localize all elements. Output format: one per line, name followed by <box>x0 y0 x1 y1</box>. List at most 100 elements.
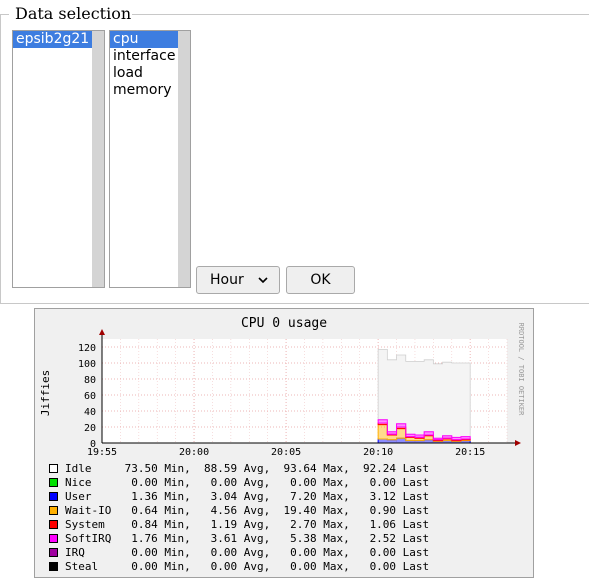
chart-title: CPU 0 usage <box>241 316 327 331</box>
legend-min-label: Min, <box>164 504 191 517</box>
legend-max: 93.64 <box>283 462 317 475</box>
y-tick-label: 60 <box>84 391 96 402</box>
chart-areas <box>377 349 471 444</box>
y-tick-label: 80 <box>84 375 96 386</box>
legend-avg: 3.04 <box>210 490 238 503</box>
legend-swatch <box>49 478 58 487</box>
legend-max-label: Max, <box>323 532 350 545</box>
x-tick-label: 20:15 <box>455 447 485 458</box>
x-tick-label: 20:05 <box>271 447 301 458</box>
legend-last-label: Last <box>402 560 430 573</box>
legend-name: Wait-IO <box>65 504 112 517</box>
legend-avg-label: Avg, <box>243 518 271 531</box>
legend-min: 1.36 <box>131 490 158 503</box>
graph-legend: Idle 73.50 Min, 88.59 Avg, 93.64 Max, 92.24 Last… <box>49 462 429 574</box>
legend-row: SoftIRQ 1.76 Min, 3.61 Avg, 5.38 Max, 2.52 Last <box>49 532 429 546</box>
y-axis-arrow-icon <box>99 329 105 335</box>
legend-avg: 0.00 <box>210 560 238 573</box>
legend-last-label: Last <box>402 546 430 559</box>
legend-swatch <box>49 520 58 529</box>
legend-last: 0.00 <box>369 560 397 573</box>
legend-avg-label: Avg, <box>243 462 271 475</box>
timespan-value: Hour <box>210 272 244 288</box>
legend-avg-label: Avg, <box>243 546 271 559</box>
legend-row: Idle 73.50 Min, 88.59 Avg, 93.64 Max, 92.24 Last <box>49 462 429 476</box>
legend-name: SoftIRQ <box>65 532 112 545</box>
legend-last: 0.90 <box>369 504 397 517</box>
legend-avg-label: Avg, <box>243 504 271 517</box>
legend-swatch <box>49 562 58 571</box>
legend-min: 0.84 <box>131 518 158 531</box>
ok-button[interactable]: OK <box>286 266 355 294</box>
legend-avg: 1.19 <box>210 518 238 531</box>
legend-last-label: Last <box>402 532 430 545</box>
legend-max-label: Max, <box>323 476 350 489</box>
legend-max-label: Max, <box>323 546 350 559</box>
legend-avg: 0.00 <box>210 476 238 489</box>
y-axis-label: Jiffies <box>39 370 52 416</box>
host-scrollbar[interactable] <box>92 31 104 287</box>
watermark: RRDTOOL / TOBI OETIKER <box>517 323 525 417</box>
legend-min-label: Min, <box>164 462 191 475</box>
legend-swatch <box>49 548 58 557</box>
x-tick-label: 20:00 <box>179 447 209 458</box>
legend-max-label: Max, <box>323 518 350 531</box>
legend-last: 2.52 <box>369 532 397 545</box>
legend-last: 3.12 <box>369 490 397 503</box>
legend-avg: 88.59 <box>204 462 238 475</box>
legend-max: 2.70 <box>290 518 317 531</box>
legend-row: System 0.84 Min, 1.19 Avg, 2.70 Max, 1.06 Last <box>49 518 429 532</box>
y-tick-label: 40 <box>84 407 96 418</box>
host-option[interactable]: epsib2g21 <box>13 31 104 48</box>
legend-max-label: Max, <box>323 490 350 503</box>
plugin-listbox[interactable]: cpu interface load memory <box>109 30 191 288</box>
legend-row: Wait-IO 0.64 Min, 4.56 Avg, 19.40 Max, 0.90 Last <box>49 504 429 518</box>
host-listbox[interactable]: epsib2g21 <box>12 30 105 288</box>
legend-min-label: Min, <box>164 546 191 559</box>
legend-avg: 3.61 <box>210 532 238 545</box>
legend-avg-label: Avg, <box>243 476 271 489</box>
fieldset-border <box>132 14 589 15</box>
fieldset-border <box>0 303 589 304</box>
legend-max: 5.38 <box>290 532 317 545</box>
legend-swatch <box>49 506 58 515</box>
legend-name: User <box>65 490 92 503</box>
legend-row: User 1.36 Min, 3.04 Avg, 7.20 Max, 3.12 Last <box>49 490 429 504</box>
x-tick-label: 19:55 <box>87 447 117 458</box>
chevron-down-icon <box>258 277 268 284</box>
legend-max-label: Max, <box>323 462 350 475</box>
y-tick-label: 120 <box>78 343 96 354</box>
legend-last: 92.24 <box>362 462 397 475</box>
legend-max: 0.00 <box>290 560 317 573</box>
legend-last: 0.00 <box>369 546 397 559</box>
legend-last-label: Last <box>402 476 430 489</box>
legend-max: 19.40 <box>283 504 317 517</box>
legend-avg-label: Avg, <box>243 490 271 503</box>
y-tick-label: 20 <box>84 423 96 434</box>
fieldset-legend: Data selection <box>15 4 132 23</box>
legend-name: System <box>65 518 105 531</box>
x-axis-arrow-icon <box>515 440 521 446</box>
fieldset-border <box>0 14 9 15</box>
plugin-scrollbar[interactable] <box>178 31 190 287</box>
legend-avg-label: Avg, <box>243 532 271 545</box>
x-tick-label: 20:10 <box>363 447 393 458</box>
legend-max-label: Max, <box>323 504 350 517</box>
legend-min: 73.50 <box>124 462 158 475</box>
timespan-select[interactable]: Hour <box>196 266 280 294</box>
legend-avg-label: Avg, <box>243 560 271 573</box>
legend-min: 1.76 <box>131 532 158 545</box>
legend-max-label: Max, <box>323 560 350 573</box>
legend-name: Idle <box>65 462 92 475</box>
legend-min-label: Min, <box>164 560 191 573</box>
legend-row: Steal 0.00 Min, 0.00 Avg, 0.00 Max, 0.00 Last <box>49 560 429 574</box>
legend-min: 0.00 <box>131 546 158 559</box>
legend-name: IRQ <box>65 546 85 559</box>
legend-swatch <box>49 492 58 501</box>
legend-last-label: Last <box>402 490 430 503</box>
legend-min-label: Min, <box>164 490 191 503</box>
legend-row: IRQ 0.00 Min, 0.00 Avg, 0.00 Max, 0.00 Last <box>49 546 429 560</box>
series-idle-area <box>377 349 471 439</box>
legend-max: 0.00 <box>290 546 317 559</box>
legend-last: 1.06 <box>369 518 397 531</box>
